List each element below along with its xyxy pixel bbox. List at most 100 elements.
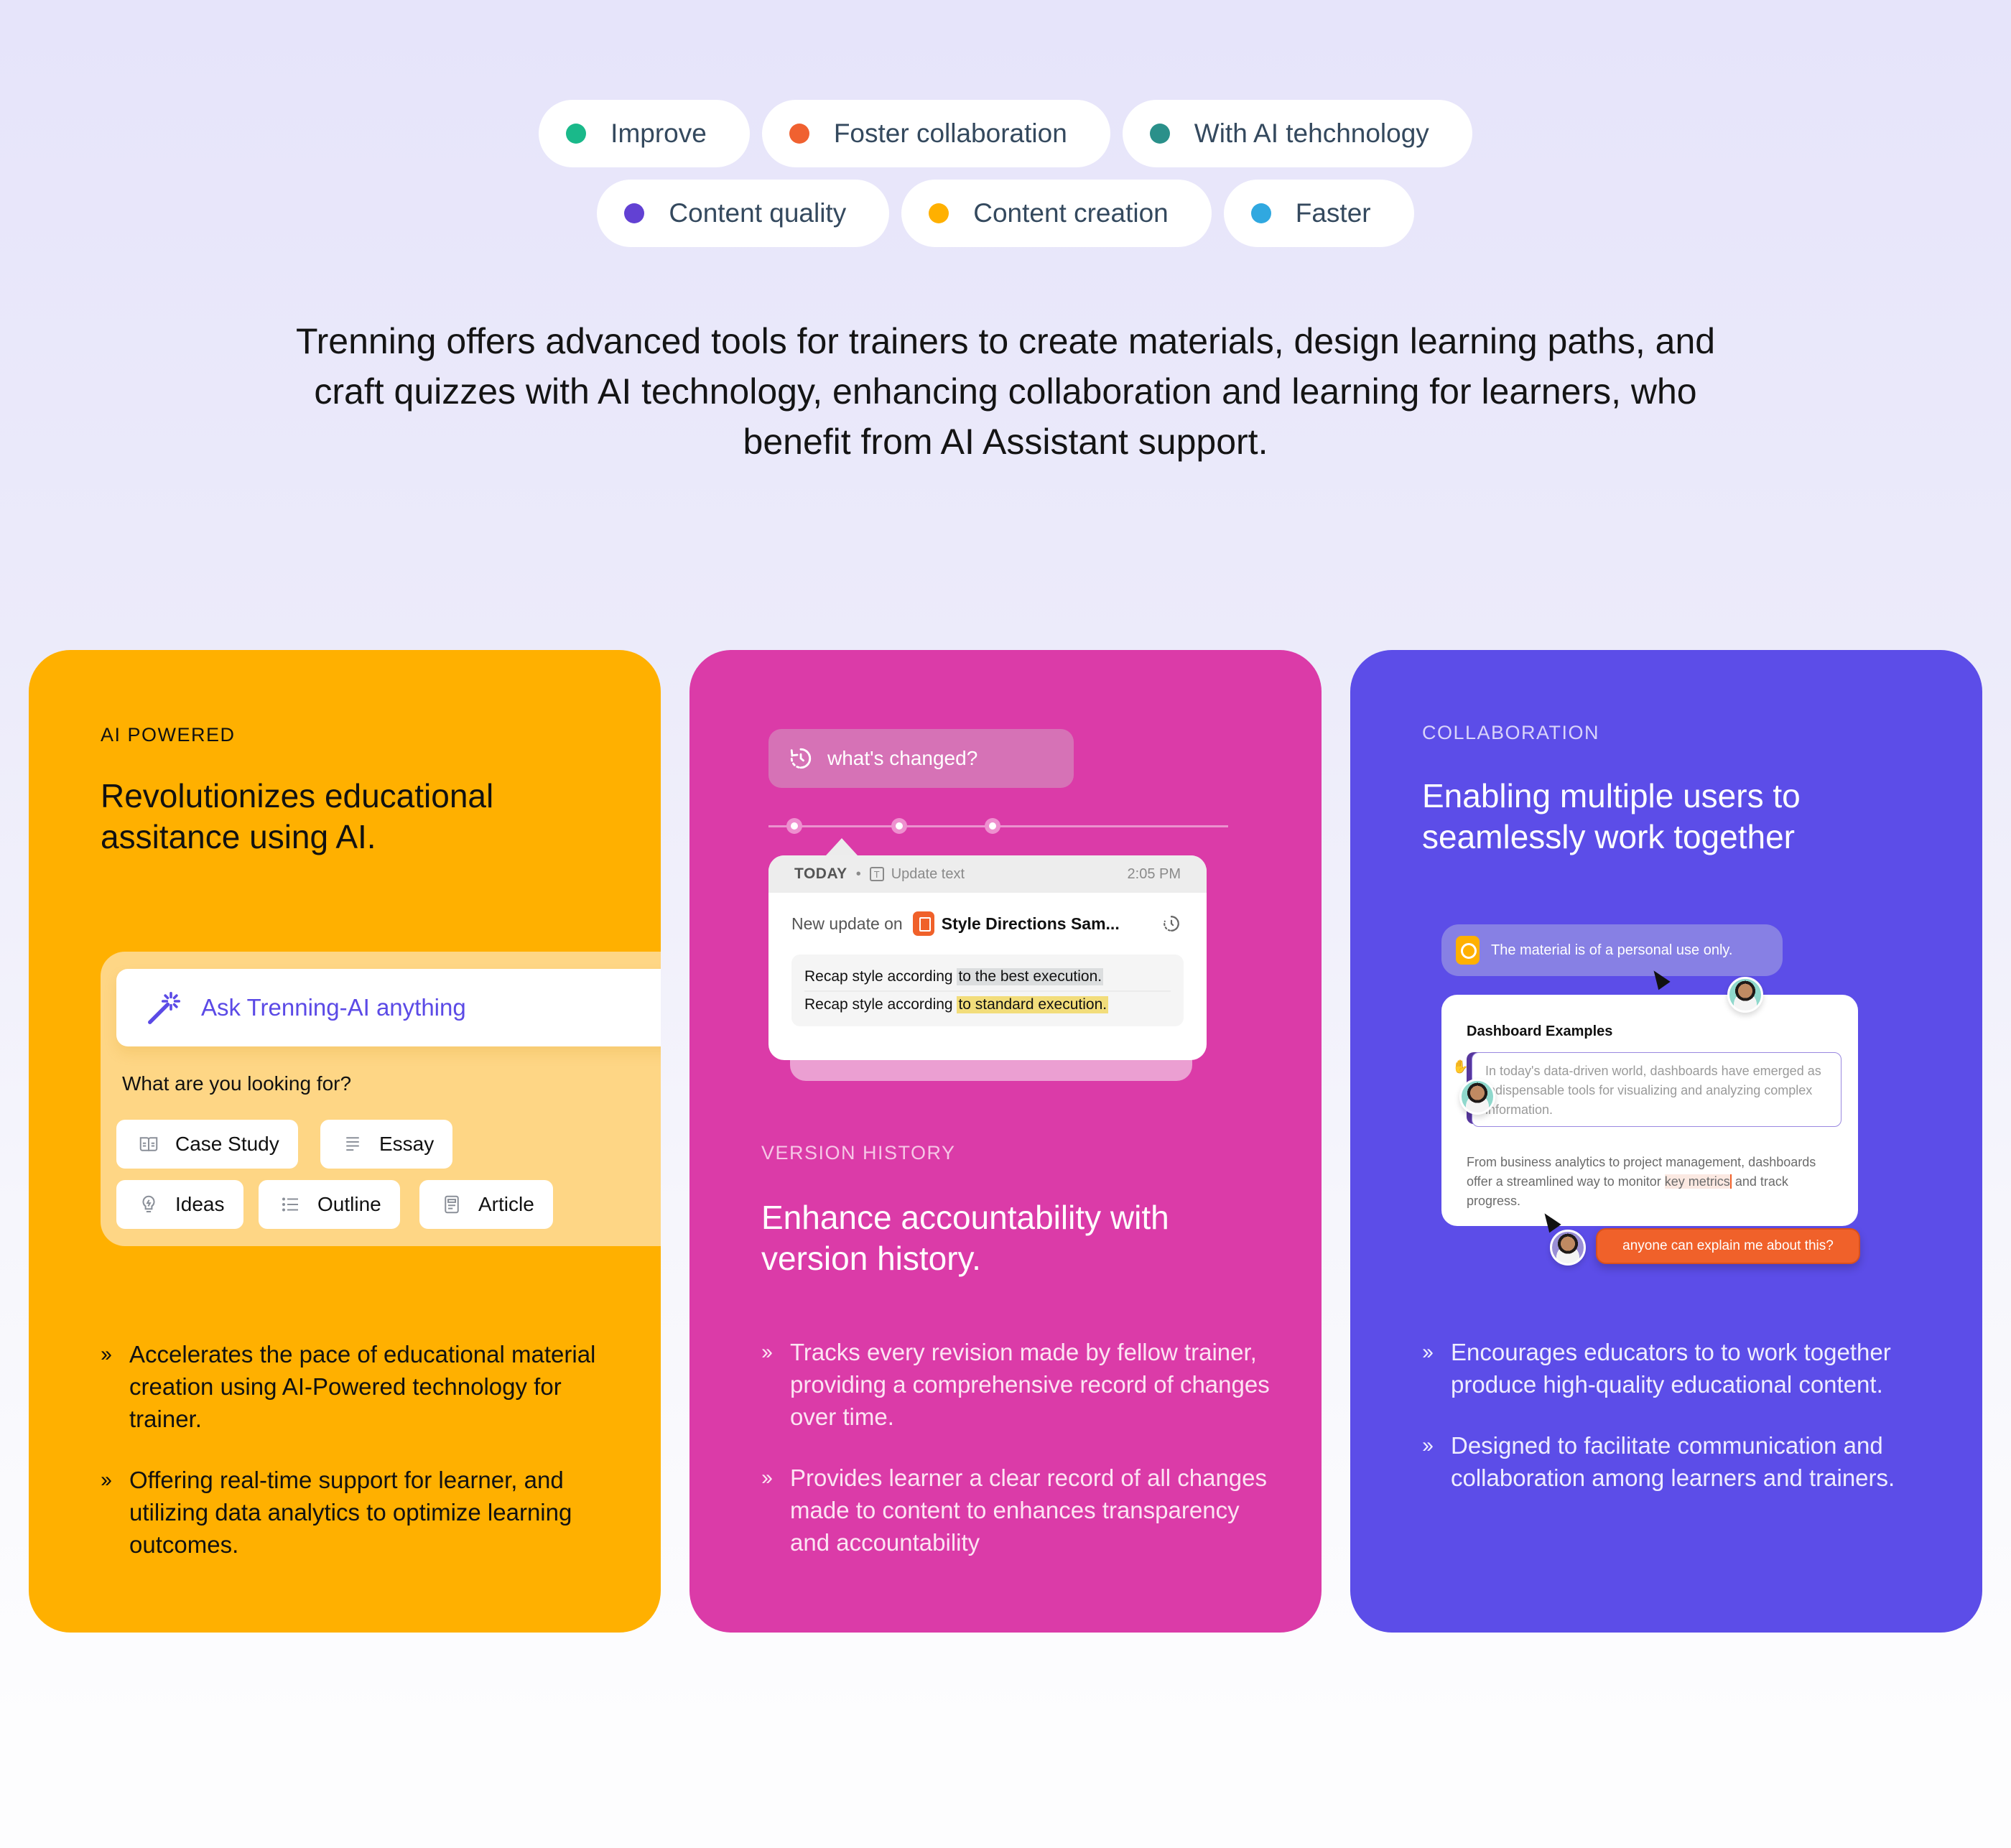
timeline-point[interactable] [985, 818, 1000, 834]
whats-changed-label: what's changed? [827, 747, 978, 769]
notice-banner: The material is of a personal use only. [1441, 924, 1783, 976]
ai-search-input[interactable]: Ask Trenning-AI anything [116, 969, 661, 1046]
feature-list: ›› Accelerates the pace of educational ma… [101, 1338, 618, 1589]
removed-text: to the best execution. [957, 968, 1104, 985]
card-headline: Enabling multiple users to seamlessly wo… [1422, 777, 1801, 855]
double-chevron-icon: ›› [101, 1468, 112, 1492]
tag-row-1: Improve Foster collaboration With AI teh… [0, 100, 2011, 167]
tag-label: Faster [1295, 198, 1371, 228]
card-eyebrow: AI POWERED [101, 724, 236, 746]
tag-content-creation: Content creation [901, 180, 1212, 247]
chip-article[interactable]: Article [419, 1180, 553, 1229]
collaborator-avatar[interactable] [1459, 1079, 1495, 1115]
list-icon [282, 1197, 298, 1212]
lightbulb-icon [142, 1195, 155, 1212]
dot-icon [1250, 203, 1271, 223]
separator-dot: • [855, 865, 861, 882]
book-icon [139, 1137, 158, 1151]
ai-input-placeholder: Ask Trenning-AI anything [201, 994, 466, 1021]
highlighted-text[interactable]: key metrics [1664, 1174, 1732, 1189]
comment-bubble: anyone can explain me about this? [1596, 1228, 1860, 1264]
whats-changed-button[interactable]: what's changed? [768, 729, 1074, 788]
dot-icon [624, 203, 645, 223]
timeline-point[interactable] [891, 818, 907, 834]
chip-case-study[interactable]: Case Study [116, 1120, 298, 1169]
collaborator-avatar[interactable] [1727, 977, 1763, 1013]
feature-item: ›› Encourages educators to to work togeth… [1422, 1336, 1939, 1401]
ai-assistant-panel: Ask Trenning-AI anything What are you lo… [101, 952, 661, 1246]
intro-paragraph: Trenning offers advanced tools for train… [295, 321, 1716, 462]
dragged-text-block[interactable]: In today's data-driven world, dashboards… [1472, 1052, 1842, 1127]
tag-foster-collaboration: Foster collaboration [761, 100, 1110, 167]
double-chevron-icon: ›› [1422, 1434, 1434, 1457]
tag-row-2: Content quality Content creation Faster [0, 180, 2011, 247]
version-entry-summary: New update on Style Directions Sam... [768, 893, 1207, 955]
card-eyebrow: COLLABORATION [1422, 722, 1600, 743]
feature-item: ›› Offering real-time support for learner… [101, 1464, 618, 1561]
magic-wand-icon [148, 991, 181, 1024]
grab-hand-icon[interactable]: ✋ [1452, 1059, 1468, 1078]
dot-icon [1149, 124, 1170, 144]
chip-label: Outline [317, 1193, 381, 1215]
tag-label: Content creation [973, 198, 1169, 228]
version-entry-card: TODAY • T Update text 2:05 PM New update… [768, 855, 1207, 1060]
chip-ideas[interactable]: Ideas [116, 1180, 243, 1229]
chip-outline[interactable]: Outline [259, 1180, 400, 1229]
timeline-pointer [826, 838, 858, 855]
version-entry-header: TODAY • T Update text 2:05 PM [768, 855, 1207, 893]
feature-item: ›› Designed to facilitate communication a… [1422, 1429, 1939, 1494]
double-chevron-icon: ›› [761, 1466, 773, 1490]
ai-question-label: What are you looking for? [122, 1072, 352, 1095]
entry-time: 2:05 PM [1127, 865, 1181, 882]
diff-box: Recap style according to the best execut… [791, 955, 1184, 1026]
entry-doc-title[interactable]: Style Directions Sam... [942, 914, 1120, 934]
tag-label: Foster collaboration [833, 119, 1067, 148]
feature-list: ›› Encourages educators to to work togeth… [1422, 1336, 1939, 1523]
diff-new-line: Recap style according to standard execut… [804, 990, 1171, 1018]
collaborator-avatar[interactable] [1550, 1230, 1586, 1266]
feature-item: ›› Provides learner a clear record of all… [761, 1462, 1278, 1559]
dot-icon [789, 124, 809, 144]
card-eyebrow: VERSION HISTORY [761, 1142, 956, 1164]
double-chevron-icon: ›› [1422, 1340, 1434, 1364]
restore-history-icon[interactable] [1162, 914, 1181, 933]
document-icon [912, 911, 934, 936]
entry-prefix: New update on [791, 914, 903, 933]
megaphone-chat-icon [1456, 936, 1480, 965]
added-text: to standard execution. [957, 996, 1109, 1013]
card-headline: Revolutionizes educational assitance usi… [101, 777, 494, 855]
document-title: Dashboard Examples [1467, 1023, 1613, 1039]
text-type-icon: T [869, 867, 884, 881]
chip-label: Essay [379, 1133, 435, 1155]
double-chevron-icon: ›› [761, 1340, 773, 1364]
chip-label: Ideas [175, 1193, 225, 1215]
tag-improve: Improve [539, 100, 750, 167]
tag-content-quality: Content quality [597, 180, 890, 247]
entry-day: TODAY [794, 865, 847, 882]
dot-icon [566, 124, 587, 144]
text-lines-icon [346, 1137, 359, 1151]
notice-text: The material is of a personal use only. [1491, 942, 1733, 958]
chip-label: Case Study [175, 1133, 279, 1155]
shared-document-card: Dashboard Examples In today's data-drive… [1441, 995, 1858, 1226]
card-headline: Enhance accountability with version hist… [761, 1199, 1169, 1277]
feature-item: ›› Accelerates the pace of educational ma… [101, 1338, 618, 1435]
tag-label: With AI tehchnology [1194, 119, 1429, 148]
tag-ai-technology: With AI tehchnology [1122, 100, 1472, 167]
chip-essay[interactable]: Essay [320, 1120, 453, 1169]
version-timeline [768, 818, 1228, 834]
feature-list: ›› Tracks every revision made by fellow t… [761, 1336, 1278, 1587]
tag-faster: Faster [1223, 180, 1414, 247]
card-ai-powered: AI POWERED Revolutionizes educational as… [29, 650, 661, 1633]
entry-action: Update text [891, 865, 965, 882]
tag-label: Improve [610, 119, 707, 148]
chip-label: Article [478, 1193, 534, 1215]
timeline-point[interactable] [786, 818, 802, 834]
history-icon [790, 748, 812, 769]
document-icon [445, 1195, 459, 1214]
double-chevron-icon: ›› [101, 1342, 112, 1366]
card-version-history: what's changed? TODAY • T Update text 2:… [689, 650, 1322, 1633]
document-paragraph: From business analytics to project manag… [1467, 1155, 1816, 1208]
card-collaboration: COLLABORATION Enabling multiple users to… [1350, 650, 1982, 1633]
diff-old-line: Recap style according to the best execut… [804, 968, 1104, 985]
